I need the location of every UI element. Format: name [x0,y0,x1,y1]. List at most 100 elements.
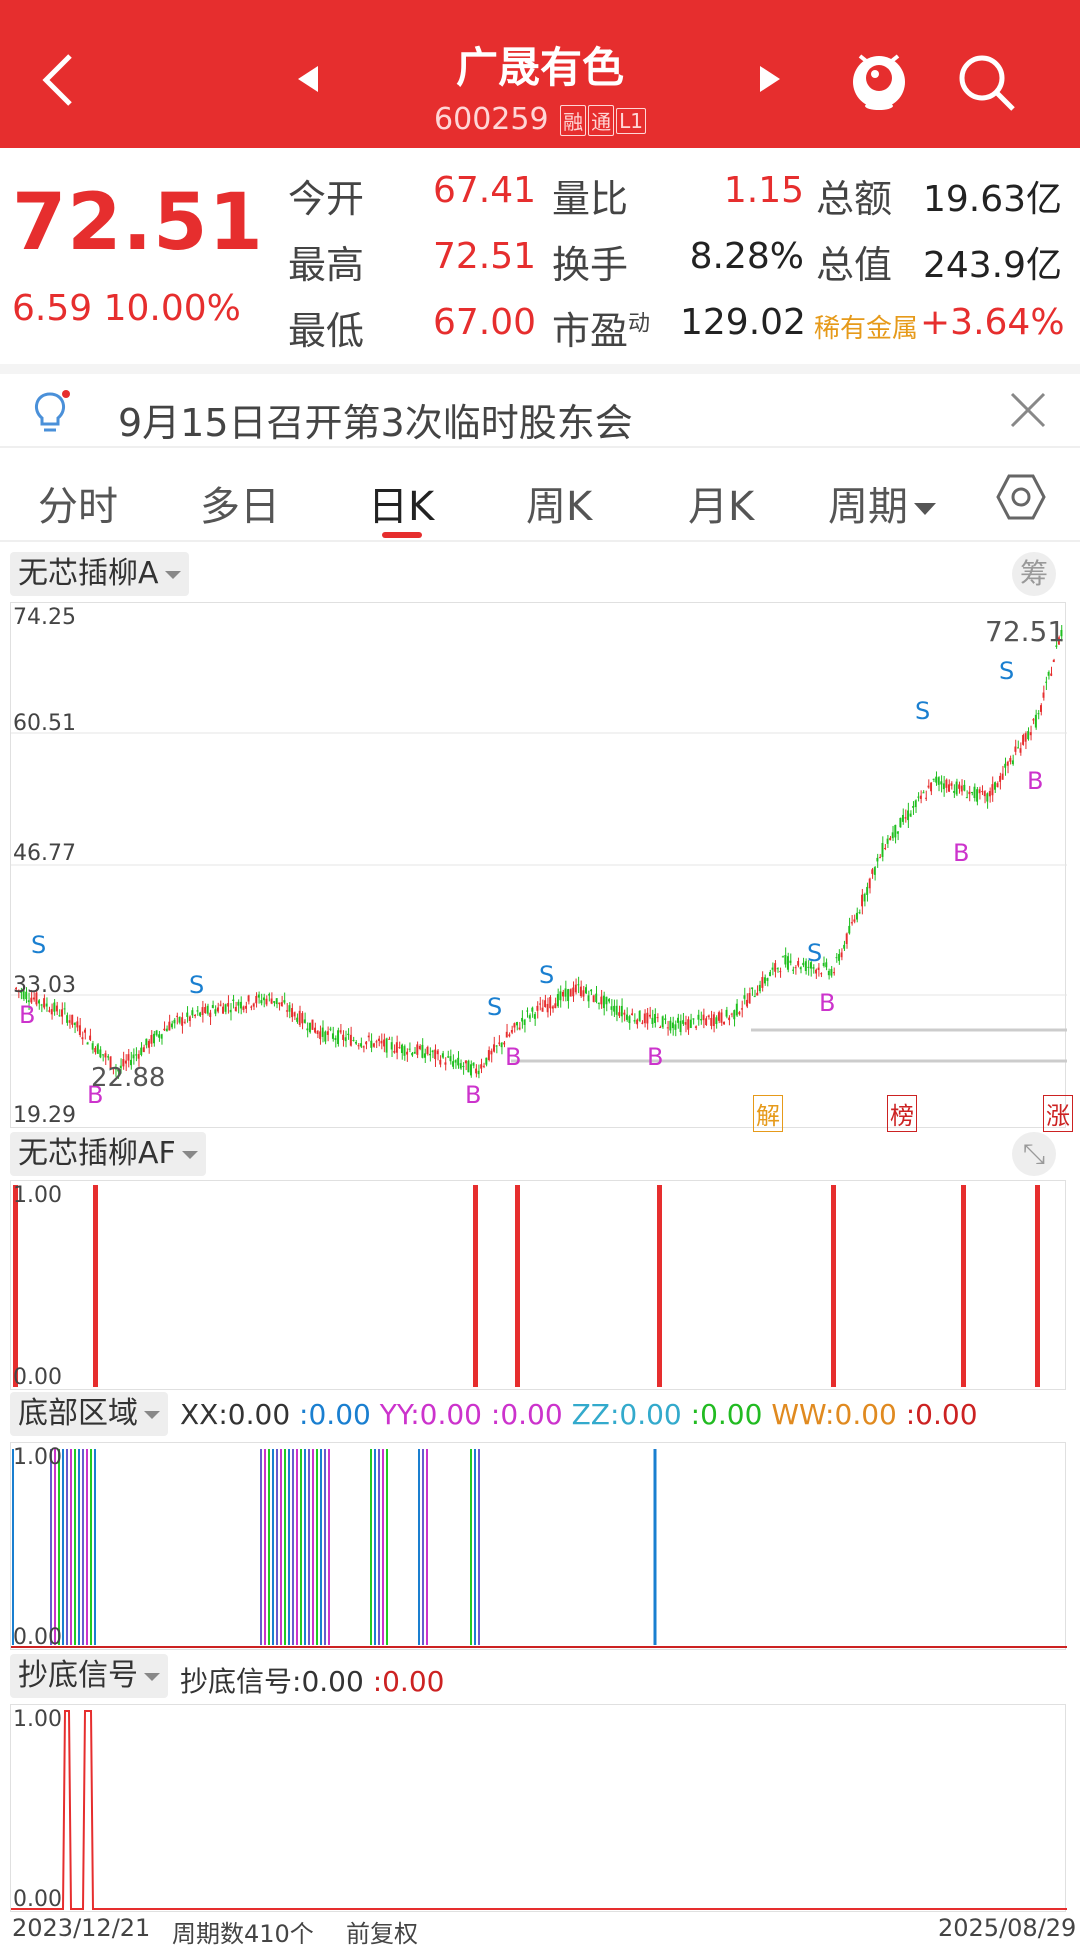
notice-bar[interactable]: 9月15日召开第3次临时股东会 [0,364,1080,445]
candle-body [955,781,958,795]
tab-monthly-k[interactable]: 月K [688,474,754,532]
candle-body [140,1047,143,1055]
candle-body [176,1015,178,1017]
candle-body [937,777,940,785]
mascot-icon[interactable] [850,46,908,112]
next-stock-icon[interactable] [758,64,782,94]
label-sector[interactable]: 稀有金属 [814,308,918,345]
adjust-mode[interactable]: 前复权 [346,1914,418,1949]
tab-multi-day[interactable]: 多日 [200,474,280,532]
candle-body [94,1047,97,1053]
candle-body [677,1017,679,1023]
candle-body [738,1012,741,1015]
af-signal-bar [831,1185,836,1387]
zone-chart-panel[interactable]: 1.00 0.00 [10,1442,1067,1650]
candle-body [40,1004,43,1006]
candle-body [733,1010,736,1020]
candle-body [907,810,910,821]
indicator-signal-label[interactable]: 抄底信号 [10,1654,168,1698]
kline-chart-panel[interactable]: SBBSBSBSBSBSBSB 74.25 60.51 46.77 33.03 … [10,602,1073,1132]
candle-body [316,1030,319,1035]
candle-body [132,1054,135,1059]
candle-body [1009,757,1012,762]
candle-body [178,1017,181,1023]
candle-body [546,1003,549,1013]
candle-body [165,1028,168,1032]
signal-y-bottom: 0.00 [13,1887,62,1912]
candle-body [303,1019,306,1023]
y-tick-top: 74.25 [13,605,76,630]
indicator-zone-label[interactable]: 底部区域 [10,1392,168,1436]
candle-body [262,997,265,1001]
candle-body [717,1012,720,1021]
candle-body [958,784,961,789]
candle-body [835,957,838,959]
close-icon[interactable] [1008,390,1048,430]
candle-body [735,1003,738,1016]
candle-body [753,996,756,998]
tab-period[interactable]: 周期 [828,474,936,532]
candle-body [968,791,971,795]
candle-body [464,1060,467,1064]
candle-body [774,963,777,972]
candle-body [329,1028,332,1030]
candle-body [421,1044,424,1058]
candle-body [255,995,258,1004]
end-date: 2025/08/29 [938,1914,1077,1942]
y-tick-2: 60.51 [13,711,76,736]
expand-icon[interactable]: ⤡ [1012,1132,1056,1176]
candle-body [641,1022,644,1024]
marker-rank[interactable]: 榜 [887,1095,917,1132]
legend-zz-name: ZZ: [571,1398,620,1431]
candle-body [784,955,787,965]
tab-daily-k[interactable]: 日K [368,474,434,532]
tab-intraday[interactable]: 分时 [38,474,118,532]
indicator-main-label[interactable]: 无芯插柳A [10,552,189,596]
candle-body [199,1012,201,1016]
legend-yy-v1: 0.00 [419,1398,482,1431]
candle-body [970,792,973,794]
value-turnover-amount: 19.63亿 [922,179,1062,220]
indicator-af-label[interactable]: 无芯插柳AF [10,1132,206,1176]
chip-distribution-button[interactable]: 筹 [1012,552,1056,596]
candle-body [715,1017,718,1024]
candle-body [459,1063,462,1069]
candle-body [183,1021,186,1023]
candle-body [477,1070,480,1075]
candle-body [661,1016,664,1028]
candle-body [873,867,876,875]
candle-body [766,978,769,981]
marker-unlock[interactable]: 解 [753,1095,783,1132]
candle-body [257,994,260,998]
search-icon[interactable] [956,52,1018,114]
candle-body [999,775,1002,782]
candle-body [334,1037,337,1040]
af-chart-panel[interactable]: 1.00 0.00 [10,1180,1066,1390]
candle-body [84,1029,86,1033]
candle-body [884,847,887,849]
candle-body [196,1010,199,1012]
candle-body [278,1002,281,1005]
signal-chart-panel[interactable]: 1.00 0.00 [10,1704,1067,1912]
candle-body [247,995,250,1002]
tab-weekly-k[interactable]: 周K [526,474,592,532]
candle-body [838,954,841,961]
marker-limit-up[interactable]: 涨 [1043,1095,1073,1132]
candle-body [815,969,818,974]
candle-body [137,1054,140,1059]
af-y-bottom: 0.00 [13,1365,62,1390]
candle-body [45,1003,48,1007]
candle-body [170,1023,173,1028]
buy-signal-marker: B [19,1001,35,1029]
settings-hexagon-icon[interactable] [996,474,1046,520]
candle-body [99,1049,102,1058]
candle-body [659,1027,662,1029]
af-y-top: 1.00 [13,1183,62,1208]
candle-body [930,782,933,792]
candle-body [48,1010,51,1012]
candle-body [147,1040,150,1048]
candle-body [700,1019,702,1021]
candle-body [853,919,856,922]
candle-body [472,1062,475,1066]
candle-body [1052,659,1055,663]
